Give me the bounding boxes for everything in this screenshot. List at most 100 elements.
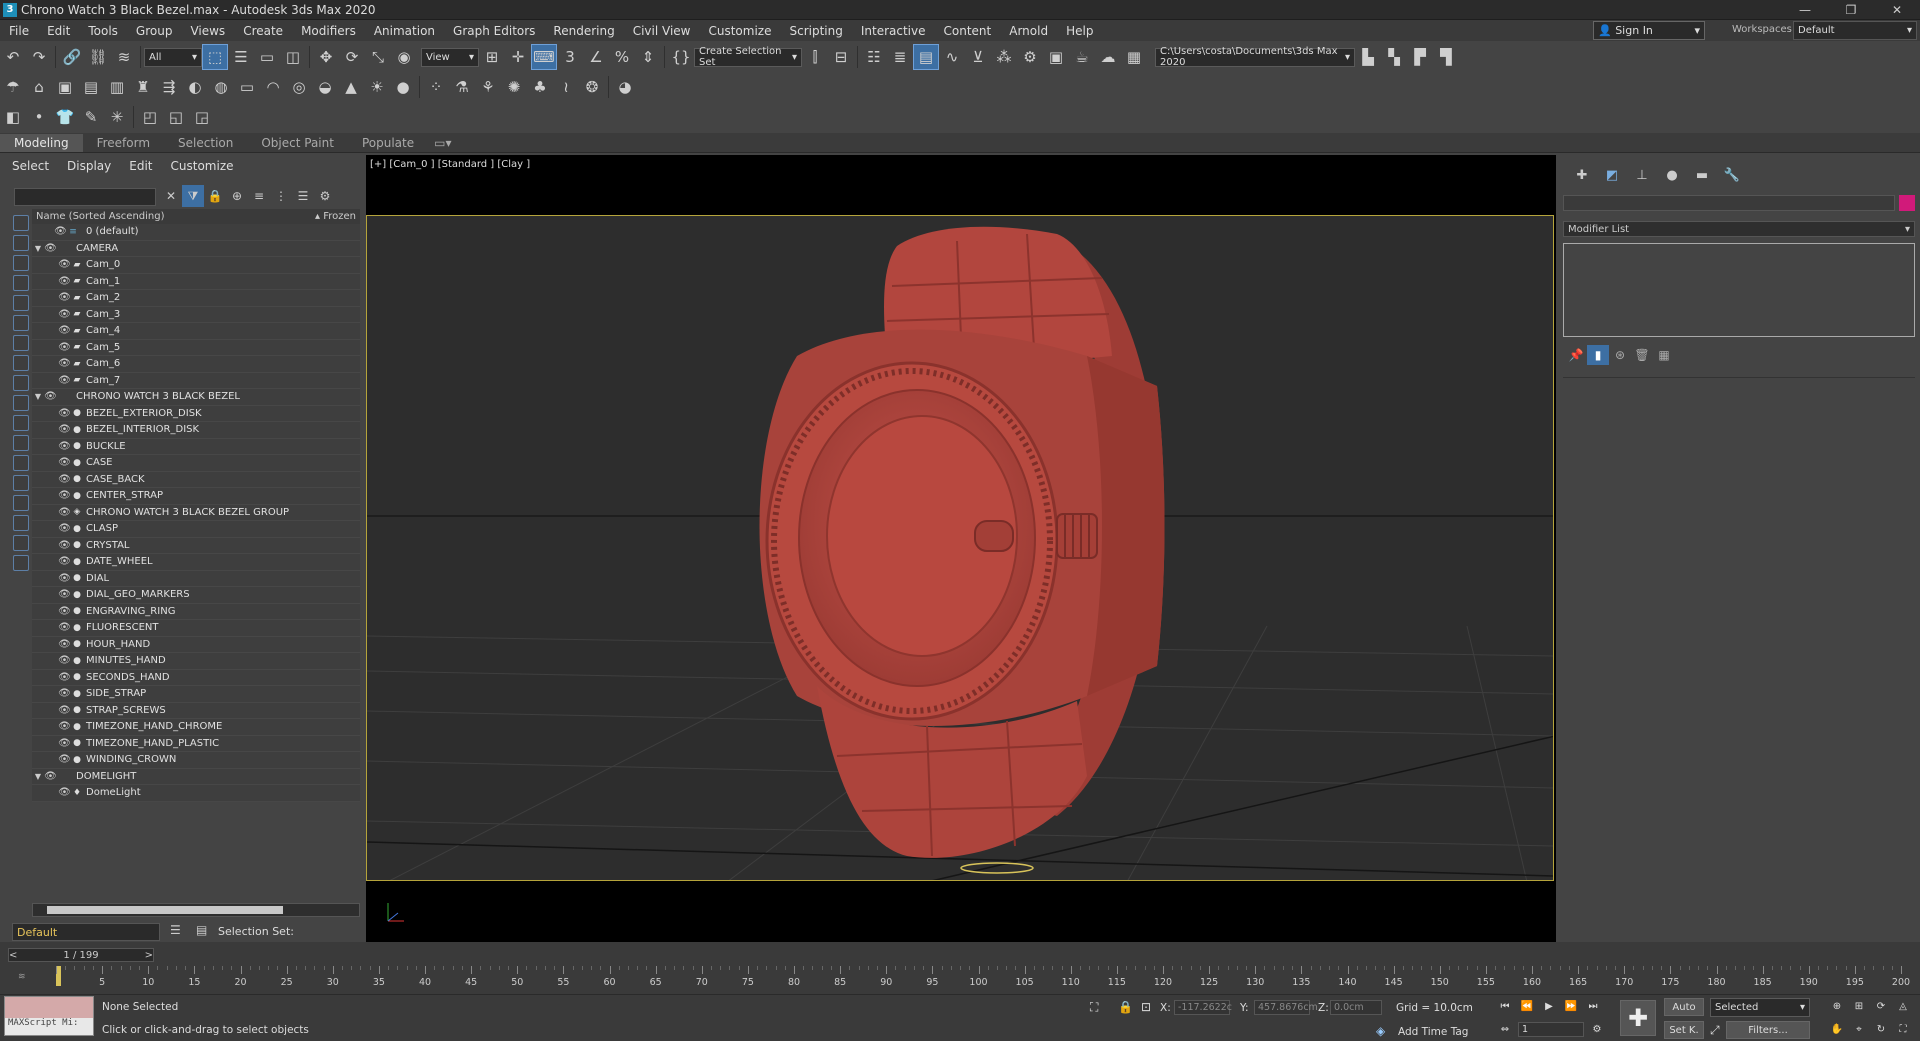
visibility-eye-icon[interactable]: 👁 — [58, 358, 71, 369]
isolate-icon[interactable]: ⛶ — [1090, 1000, 1098, 1015]
menu-edit[interactable]: Edit — [38, 24, 79, 38]
a360-gallery-icon[interactable]: ▦ — [1121, 44, 1147, 70]
bind-space-warp-icon[interactable]: ≋ — [111, 44, 137, 70]
render-view-icon[interactable]: ▣ — [52, 74, 78, 100]
select-by-name-icon[interactable]: ☰ — [228, 44, 254, 70]
visibility-eye-icon[interactable]: 👁 — [58, 424, 71, 435]
project-folder-dropdown[interactable]: C:\Users\costa\Documents\3ds Max 2020 ▾ — [1155, 46, 1355, 68]
modify-tab-icon[interactable]: ◩ — [1597, 165, 1627, 185]
tab-selection[interactable]: Selection — [164, 134, 247, 152]
scene-row[interactable]: 👁 ● BUCKLE — [32, 438, 360, 455]
spot-light-icon[interactable]: ▲ — [338, 74, 364, 100]
unlink-icon[interactable]: ⛓ — [85, 44, 111, 70]
selection-lock-icon[interactable]: 🔒 — [1118, 1000, 1133, 1014]
current-layer-dropdown[interactable]: Default — [12, 923, 160, 941]
expand-icon[interactable]: ▼ — [32, 772, 44, 781]
absolute-mode-icon[interactable]: ⊡ — [1141, 1000, 1151, 1014]
zoom-all-icon[interactable]: ⊞ — [1850, 998, 1868, 1014]
reference-coordinate-dropdown[interactable]: View ▾ — [421, 47, 479, 67]
cylinder-light-icon[interactable]: ◒ — [312, 74, 338, 100]
align-icon[interactable]: ⊟ — [828, 44, 854, 70]
scene-row[interactable]: 👁 ● CRYSTAL — [32, 537, 360, 554]
redo-icon[interactable]: ↷ — [26, 44, 52, 70]
time-configuration-icon[interactable]: ⚙ — [1588, 1021, 1606, 1037]
auto-key-button[interactable]: Auto — [1664, 998, 1704, 1016]
filter-none-icon[interactable] — [13, 475, 29, 491]
visibility-eye-icon[interactable]: 👁 — [58, 655, 71, 666]
expand-icon[interactable]: ▼ — [32, 244, 44, 253]
rotate-icon[interactable]: ⟳ — [339, 44, 365, 70]
layers-icon[interactable]: ◧ — [0, 104, 26, 130]
axis-constraint-icon[interactable]: ✛ — [505, 44, 531, 70]
filter-lights-icon[interactable] — [13, 255, 29, 271]
render-in-cloud-icon[interactable]: ☁ — [1095, 44, 1121, 70]
project-icon[interactable]: ▙ — [1355, 44, 1381, 70]
scene-row[interactable]: 👁 ● DATE_WHEEL — [32, 554, 360, 571]
arnold-ipr-icon[interactable]: ⌂ — [26, 74, 52, 100]
scene-row[interactable]: 👁 ▰ Cam_5 — [32, 339, 360, 356]
scene-row[interactable]: 👁 ▰ Cam_0 — [32, 257, 360, 274]
scene-row[interactable]: 👁 ● STRAP_SCREWS — [32, 702, 360, 719]
walk-through-icon[interactable]: ⌖ — [1850, 1021, 1868, 1037]
filter-xrefs-icon[interactable] — [13, 355, 29, 371]
pan-icon[interactable]: ✋ — [1828, 1021, 1846, 1037]
menu-graph-editors[interactable]: Graph Editors — [444, 24, 544, 38]
volume-icon[interactable]: ◐ — [182, 74, 208, 100]
visibility-eye-icon[interactable]: 👁 — [54, 226, 67, 237]
scene-row[interactable]: ▼ 👁 CHRONO WATCH 3 BLACK BEZEL — [32, 389, 360, 406]
set-key-button[interactable]: Set K. — [1664, 1021, 1704, 1039]
sx-menu-display[interactable]: Display — [67, 159, 111, 173]
visibility-eye-icon[interactable]: 👁 — [58, 754, 71, 765]
scene-converter-icon[interactable]: ▥ — [104, 74, 130, 100]
add-time-tag[interactable]: Add Time Tag — [1398, 1026, 1468, 1038]
visibility-eye-icon[interactable]: 👁 — [58, 738, 71, 749]
scene-row[interactable]: 👁 ▰ Cam_2 — [32, 290, 360, 307]
help-sphere-icon[interactable]: ◕ — [612, 74, 638, 100]
scene-row[interactable]: 👁 ● SIDE_STRAP — [32, 686, 360, 703]
shader-icon[interactable]: ⚘ — [475, 74, 501, 100]
scale-icon[interactable]: ⤡ — [365, 44, 391, 70]
modifier-list-dropdown[interactable]: Modifier List ▾ — [1563, 221, 1915, 237]
named-selection-set-dropdown[interactable]: Create Selection Set ▾ — [694, 46, 802, 68]
scene-row[interactable]: ▼ 👁 CAMERA — [32, 240, 360, 257]
scene-row[interactable]: 👁 ● DIAL_GEO_MARKERS — [32, 587, 360, 604]
close-button[interactable]: ✕ — [1874, 0, 1920, 20]
point-icon[interactable]: • — [26, 104, 52, 130]
window-crossing-icon[interactable]: ◫ — [280, 44, 306, 70]
sphere-light-icon[interactable]: ● — [390, 74, 416, 100]
utilities-tab-icon[interactable]: 🔧 — [1717, 165, 1747, 185]
time-slider[interactable]: < 1 / 199 > — [8, 948, 154, 962]
display-tab-icon[interactable]: ▬ — [1687, 165, 1717, 185]
tab-freeform[interactable]: Freeform — [83, 134, 164, 152]
operator-icon[interactable]: ⇶ — [156, 74, 182, 100]
lock-icon[interactable]: 🔒 — [204, 185, 226, 207]
sun-light-icon[interactable]: ☀ — [364, 74, 390, 100]
menu-help[interactable]: Help — [1057, 24, 1102, 38]
arnold-render-icon[interactable]: ☂ — [0, 74, 26, 100]
filter-hidden-icon[interactable] — [13, 435, 29, 451]
viewport-label[interactable]: [+] [Cam_0 ] [Standard ] [Clay ] — [370, 159, 530, 170]
time-tag-icon[interactable]: ◈ — [1376, 1024, 1385, 1038]
filter-frozen-icon[interactable] — [13, 415, 29, 431]
brush-icon[interactable]: ✎ — [78, 104, 104, 130]
menu-animation[interactable]: Animation — [365, 24, 444, 38]
open-project-icon[interactable]: ▚ — [1381, 44, 1407, 70]
bake-icon[interactable]: ❂ — [579, 74, 605, 100]
menu-civil-view[interactable]: Civil View — [624, 24, 700, 38]
visibility-eye-icon[interactable]: 👁 — [58, 325, 71, 336]
frame-ruler[interactable]: 5 10 15 20 25 30 35 40 45 50 55 60 65 70 75 80 85 90 95 100… — [20, 966, 1910, 994]
pivot-center-icon[interactable]: ⊞ — [479, 44, 505, 70]
visibility-eye-icon[interactable]: 👁 — [58, 672, 71, 683]
sx-menu-select[interactable]: Select — [12, 159, 49, 173]
scene-row[interactable]: 👁 ● CENTER_STRAP — [32, 488, 360, 505]
menu-modifiers[interactable]: Modifiers — [292, 24, 365, 38]
key-filter-dropdown[interactable]: Selected ▾ — [1710, 998, 1810, 1017]
set-key-big-icon[interactable]: ✚ — [1620, 1000, 1656, 1036]
scene-row[interactable]: 👁 ● CASE — [32, 455, 360, 472]
filters-button[interactable]: Filters... — [1726, 1021, 1810, 1039]
current-frame-field[interactable]: 1 — [1518, 1022, 1584, 1037]
hierarchy-icon[interactable]: ⋮ — [270, 185, 292, 207]
prev-frame-icon[interactable]: < — [9, 950, 17, 961]
menu-arnold[interactable]: Arnold — [1000, 24, 1057, 38]
visibility-eye-icon[interactable]: 👁 — [58, 457, 71, 468]
